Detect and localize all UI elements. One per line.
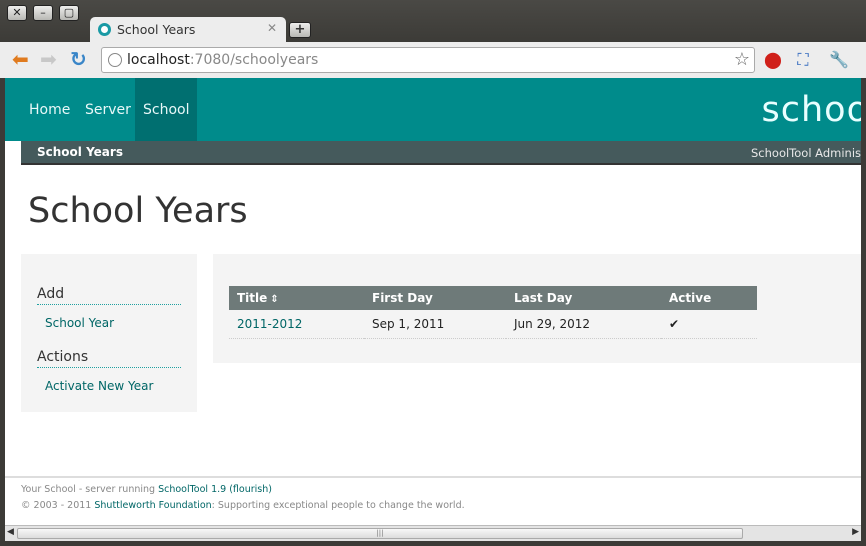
nav-item-server[interactable]: Server [77, 78, 139, 141]
schooltool-favicon-icon [98, 23, 111, 36]
tab-close-icon[interactable]: ✕ [267, 21, 277, 35]
nav-item-school[interactable]: School [135, 78, 198, 141]
browser-toolbar: ⬅ ➡ ↻ localhost:7080/schoolyears ☆ ⬤ ⛶ 🔧 [0, 42, 866, 78]
horizontal-scrollbar[interactable]: ◀ ||| ▶ [5, 525, 861, 541]
new-tab-button[interactable]: + [289, 22, 311, 38]
sidebar-link-activate-new-year[interactable]: Activate New Year [45, 379, 153, 393]
subnav-item-school-years[interactable]: School Years [37, 145, 123, 159]
nav-item-home[interactable]: Home [21, 78, 78, 141]
school-years-table: Title ⇕ First Day Last Day Active 2011-20… [229, 286, 757, 339]
page-viewport: Home Server School schoo School Years Sc… [5, 78, 861, 525]
browser-tab[interactable]: School Years ✕ [90, 17, 286, 43]
sub-navigation: School Years SchoolTool Administ [21, 141, 861, 165]
sidebar-header-add: Add [37, 286, 181, 305]
window-minimize-button[interactable]: – [33, 5, 53, 21]
brand-logo-text: schoo [761, 90, 862, 130]
top-navigation: Home Server School schoo [5, 78, 861, 141]
scrollbar-thumb[interactable]: ||| [17, 528, 743, 539]
footer: Your School - server running SchoolTool … [5, 476, 861, 511]
column-header-active: Active [661, 286, 757, 310]
screenshot-extension-icon[interactable]: ⛶ [793, 50, 813, 70]
footer-line-server: Your School - server running SchoolTool … [21, 484, 272, 495]
wrench-menu-icon[interactable]: 🔧 [829, 50, 849, 70]
column-header-first-day: First Day [364, 286, 506, 310]
subnav-user-name[interactable]: SchoolTool Administ [751, 146, 861, 160]
column-header-title[interactable]: Title ⇕ [229, 286, 364, 310]
window-close-button[interactable]: ✕ [7, 5, 27, 21]
checkmark-icon: ✔ [669, 316, 680, 331]
opera-extension-icon[interactable]: ⬤ [763, 50, 783, 70]
scroll-right-arrow-icon[interactable]: ▶ [852, 527, 859, 537]
window-maximize-button[interactable]: ▢ [59, 5, 79, 21]
sidebar-link-school-year[interactable]: School Year [45, 316, 114, 330]
page-title: School Years [28, 191, 248, 231]
cell-last-day: Jun 29, 2012 [506, 310, 661, 339]
url-text[interactable]: localhost:7080/schoolyears [127, 52, 318, 68]
sidebar: Add School Year Actions Activate New Yea… [21, 254, 197, 412]
cell-title: 2011-2012 [229, 310, 364, 339]
sort-icon[interactable]: ⇕ [270, 294, 278, 305]
address-bar[interactable]: localhost:7080/schoolyears ☆ [101, 47, 755, 73]
column-header-last-day: Last Day [506, 286, 661, 310]
forward-arrow-icon[interactable]: ➡ [40, 48, 57, 70]
back-arrow-icon[interactable]: ⬅ [12, 48, 29, 70]
footer-schooltool-link[interactable]: SchoolTool 1.9 (flourish) [158, 484, 272, 495]
footer-line-copyright: © 2003 - 2011 Shuttleworth Foundation: S… [21, 500, 465, 511]
globe-icon [108, 53, 122, 67]
cell-active: ✔ [661, 310, 757, 339]
window-titlebar: ✕ – ▢ School Years ✕ + [0, 0, 866, 43]
bookmark-star-icon[interactable]: ☆ [734, 49, 750, 70]
reload-icon[interactable]: ↻ [70, 48, 87, 70]
cell-first-day: Sep 1, 2011 [364, 310, 506, 339]
scroll-left-arrow-icon[interactable]: ◀ [7, 527, 14, 537]
tab-title: School Years [117, 22, 196, 37]
table-row: 2011-2012 Sep 1, 2011 Jun 29, 2012 ✔ [229, 310, 757, 339]
sidebar-header-actions: Actions [37, 349, 181, 368]
footer-shuttleworth-link[interactable]: Shuttleworth Foundation [94, 500, 211, 511]
table-header-row: Title ⇕ First Day Last Day Active [229, 286, 757, 310]
school-year-link[interactable]: 2011-2012 [237, 317, 302, 331]
main-content: Title ⇕ First Day Last Day Active 2011-20… [213, 254, 861, 363]
